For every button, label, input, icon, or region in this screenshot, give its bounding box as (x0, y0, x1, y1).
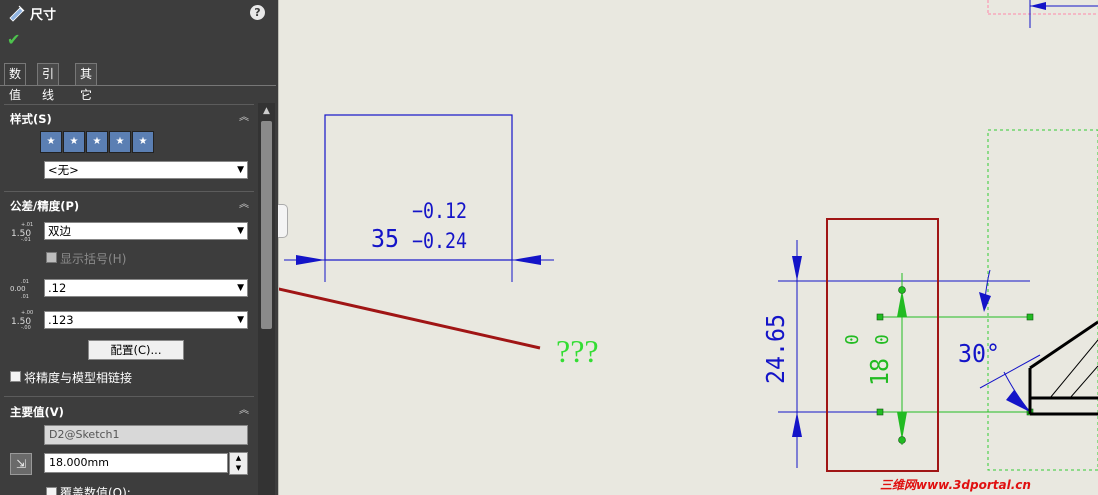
section-divider (4, 104, 254, 105)
ok-check-icon[interactable]: ✔ (7, 30, 20, 49)
primary-value-field[interactable]: 18.000mm (44, 453, 228, 473)
svg-text:.01: .01 (21, 294, 29, 299)
configure-button[interactable]: 配置(C)... (88, 340, 184, 360)
tolerance-type-select[interactable]: 双边 ▼ (44, 222, 248, 240)
selected-lower-tolerance: 0 (872, 334, 893, 345)
collapse-chevron-icon[interactable]: ︽ (239, 113, 253, 123)
tab-other[interactable]: 其它 (75, 63, 98, 102)
chevron-down-icon: ▼ (237, 283, 244, 293)
svg-text:-.01: -.01 (21, 237, 31, 242)
primary-precision-value: .12 (48, 281, 67, 295)
svg-text:+.00: +.00 (21, 310, 33, 316)
selected-nominal-text: 18 (865, 358, 894, 386)
primary-value-section-title: 主要值(V) (10, 405, 64, 419)
vertical-dimension-text: 24.65 (761, 314, 790, 384)
chevron-down-icon: ▼ (237, 226, 244, 236)
value-spinner[interactable]: ▲ ▼ (229, 452, 248, 475)
style-select-value: <无> (48, 163, 79, 177)
angle-dimension-30[interactable]: 30° (958, 269, 1041, 413)
grip-handle[interactable] (876, 313, 884, 321)
svg-text:0.00: 0.00 (10, 285, 26, 293)
upper-tolerance-text: −0.12 (412, 199, 467, 223)
arrowhead (979, 292, 991, 312)
part-geometry (1028, 320, 1098, 416)
override-value-checkbox[interactable] (46, 487, 57, 495)
chevron-down-icon: ▼ (237, 165, 244, 175)
collapse-chevron-icon[interactable]: ︽ (239, 406, 253, 416)
spin-up-icon[interactable]: ▲ (230, 453, 247, 463)
arrowhead (792, 412, 802, 437)
panel-scrollbar[interactable]: ▲ (258, 103, 275, 495)
delete-style-icon[interactable]: ★ (86, 131, 108, 153)
tab-divider (0, 85, 276, 86)
tolerance-precision-icon: 1.50 +.00 -.00 (10, 308, 34, 332)
tolerance-section-title: 公差/精度(P) (10, 199, 80, 213)
override-value-label: 覆盖数值(O): (60, 486, 131, 495)
chevron-down-icon: ▼ (237, 315, 244, 325)
style-select[interactable]: <无> ▼ (44, 161, 248, 179)
arrowhead (1006, 390, 1030, 412)
show-parentheses-label: 显示括号(H) (60, 252, 127, 266)
apply-default-style-icon[interactable]: ★ (40, 131, 62, 153)
grip-handle[interactable] (876, 408, 884, 416)
link-precision-label: 将精度与模型相链接 (24, 371, 133, 385)
tab-leaders[interactable]: 引线 (37, 63, 60, 102)
arrowhead (1030, 2, 1046, 10)
primary-value-icon: ⇲ (10, 453, 32, 475)
arrowhead (897, 290, 907, 317)
panel-title: 尺寸 (30, 8, 57, 23)
lower-tolerance-text: −0.24 (412, 229, 467, 253)
add-style-icon[interactable]: ★ (63, 131, 85, 153)
selected-upper-tolerance: 0 (842, 334, 863, 345)
tolerance-type-value: 双边 (48, 224, 71, 238)
save-style-icon[interactable]: ★ (109, 131, 131, 153)
dimension-name-field[interactable]: D2@Sketch1 (44, 425, 248, 445)
style-section-title: 样式(S) (10, 112, 52, 126)
grip-handle[interactable] (1026, 313, 1034, 321)
arrowhead (897, 412, 907, 440)
dimension-icon (9, 5, 25, 22)
scroll-up-icon[interactable]: ▲ (258, 103, 275, 119)
arrowhead (296, 255, 325, 265)
scroll-thumb[interactable] (261, 121, 272, 329)
help-icon[interactable]: ? (250, 5, 265, 20)
splitter-line (278, 0, 279, 495)
property-manager-panel: 尺寸 ? ✔ 数值 引线 其它 样式(S) ︽ ★ ★ ★ ★ ★ <无> ▼ … (0, 0, 278, 495)
primary-precision-select[interactable]: .12 ▼ (44, 279, 248, 297)
show-parentheses-checkbox[interactable] (46, 252, 57, 263)
grip-handle[interactable] (898, 436, 906, 444)
nominal-text: 35 (371, 224, 399, 253)
section-divider (4, 396, 254, 397)
question-marks: ??? (556, 333, 599, 369)
tolerance-precision-select[interactable]: .123 ▼ (44, 311, 248, 329)
section-divider (4, 191, 254, 192)
tolerance-precision-value: .123 (48, 313, 74, 327)
grip-handle[interactable] (898, 286, 906, 294)
collapse-chevron-icon[interactable]: ︽ (239, 200, 253, 210)
link-precision-checkbox[interactable] (10, 371, 21, 382)
arrowhead (512, 255, 541, 265)
dimension-35-tolerance[interactable]: 35 −0.12 −0.24 (284, 114, 554, 282)
sketch-boundary-dashed (987, 129, 1098, 471)
panel-collapse-handle[interactable] (278, 204, 288, 238)
svg-text:+.01: +.01 (21, 222, 33, 228)
angle-arc (1003, 371, 1031, 413)
tolerance-type-icon: 1.50 +.01 -.01 (10, 220, 34, 244)
watermark: 三维网www.3dportal.cn (880, 478, 1031, 492)
angle-text: 30° (958, 339, 1000, 368)
svg-text:-.00: -.00 (21, 325, 31, 330)
tab-values[interactable]: 数值 (4, 63, 27, 102)
svg-text:.01: .01 (21, 279, 29, 285)
primary-precision-icon: 0.00 .01 .01 (10, 277, 34, 301)
load-style-icon[interactable]: ★ (132, 131, 154, 153)
spin-down-icon[interactable]: ▼ (230, 463, 247, 473)
arrowhead (792, 256, 802, 281)
